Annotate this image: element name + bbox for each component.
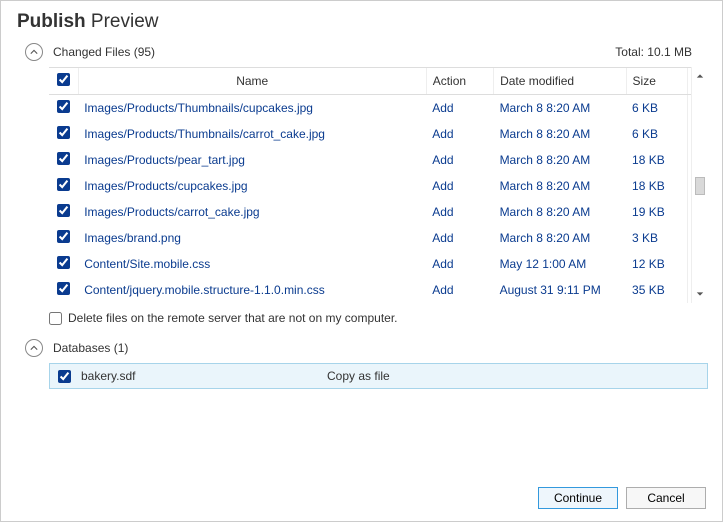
table-row[interactable]: Images/Products/Thumbnails/cupcakes.jpgA… xyxy=(49,95,708,122)
file-date: May 12 1:00 AM xyxy=(494,251,626,277)
delete-remote-label: Delete files on the remote server that a… xyxy=(68,311,398,325)
table-row[interactable]: Images/brand.pngAddMarch 8 8:20 AM3 KB xyxy=(49,225,708,251)
file-name: Images/Products/cupcakes.jpg xyxy=(78,173,426,199)
file-size: 18 KB xyxy=(626,173,688,199)
files-table-area: Name Action Date modified Size Images/Pr… xyxy=(49,67,708,303)
collapse-icon[interactable] xyxy=(25,339,43,357)
file-size: 6 KB xyxy=(626,121,688,147)
file-date: March 8 8:20 AM xyxy=(494,199,626,225)
scroll-down-icon[interactable] xyxy=(692,285,708,303)
db-name: bakery.sdf xyxy=(81,369,327,383)
file-action: Add xyxy=(426,251,493,277)
file-date: March 8 8:20 AM xyxy=(494,225,626,251)
collapse-icon[interactable] xyxy=(25,43,43,61)
file-size: 19 KB xyxy=(626,199,688,225)
row-checkbox-cell[interactable] xyxy=(49,173,78,199)
file-size: 18 KB xyxy=(626,147,688,173)
file-name: Images/brand.png xyxy=(78,225,426,251)
changed-files-header: Changed Files (95) Total: 10.1 MB xyxy=(1,39,722,65)
row-checkbox[interactable] xyxy=(57,256,70,269)
vertical-scrollbar[interactable] xyxy=(691,67,708,303)
table-row[interactable]: Content/Site.mobile.cssAddMay 12 1:00 AM… xyxy=(49,251,708,277)
scroll-up-icon[interactable] xyxy=(692,67,708,85)
file-date: March 8 8:20 AM xyxy=(494,121,626,147)
file-action: Add xyxy=(426,277,493,303)
row-checkbox[interactable] xyxy=(57,204,70,217)
file-name: Images/Products/Thumbnails/carrot_cake.j… xyxy=(78,121,426,147)
table-row[interactable]: Images/Products/pear_tart.jpgAddMarch 8 … xyxy=(49,147,708,173)
title-rest: Preview xyxy=(91,11,159,32)
row-checkbox-cell[interactable] xyxy=(49,199,78,225)
header-date[interactable]: Date modified xyxy=(494,68,626,95)
file-date: March 8 8:20 AM xyxy=(494,95,626,122)
scroll-track[interactable] xyxy=(692,85,708,285)
file-name: Content/Site.mobile.css xyxy=(78,251,426,277)
databases-list: bakery.sdfCopy as file xyxy=(49,363,708,389)
row-checkbox[interactable] xyxy=(57,152,70,165)
db-checkbox[interactable] xyxy=(58,370,71,383)
file-action: Add xyxy=(426,173,493,199)
row-checkbox-cell[interactable] xyxy=(49,147,78,173)
row-checkbox-cell[interactable] xyxy=(49,95,78,122)
file-action: Add xyxy=(426,147,493,173)
file-action: Add xyxy=(426,225,493,251)
header-name[interactable]: Name xyxy=(78,68,426,95)
cancel-button[interactable]: Cancel xyxy=(626,487,706,509)
header-action[interactable]: Action xyxy=(426,68,493,95)
row-checkbox[interactable] xyxy=(57,100,70,113)
row-checkbox[interactable] xyxy=(57,126,70,139)
db-action: Copy as file xyxy=(327,369,390,383)
file-name: Content/jquery.mobile.structure-1.1.0.mi… xyxy=(78,277,426,303)
file-action: Add xyxy=(426,121,493,147)
row-checkbox-cell[interactable] xyxy=(49,121,78,147)
file-date: March 8 8:20 AM xyxy=(494,173,626,199)
file-name: Images/Products/Thumbnails/cupcakes.jpg xyxy=(78,95,426,122)
row-checkbox-cell[interactable] xyxy=(49,251,78,277)
file-size: 35 KB xyxy=(626,277,688,303)
header-size[interactable]: Size xyxy=(626,68,688,95)
row-checkbox-cell[interactable] xyxy=(49,225,78,251)
databases-label: Databases (1) xyxy=(53,341,706,355)
file-name: Images/Products/carrot_cake.jpg xyxy=(78,199,426,225)
delete-remote-checkbox[interactable] xyxy=(49,312,62,325)
table-row[interactable]: Images/Products/cupcakes.jpgAddMarch 8 8… xyxy=(49,173,708,199)
file-size: 6 KB xyxy=(626,95,688,122)
table-row[interactable]: Content/jquery.mobile.structure-1.1.0.mi… xyxy=(49,277,708,303)
file-date: March 8 8:20 AM xyxy=(494,147,626,173)
header-checkbox-cell[interactable] xyxy=(49,68,78,95)
file-action: Add xyxy=(426,199,493,225)
scroll-thumb[interactable] xyxy=(695,177,705,195)
row-checkbox-cell[interactable] xyxy=(49,277,78,303)
row-checkbox[interactable] xyxy=(57,178,70,191)
files-table: Name Action Date modified Size Images/Pr… xyxy=(49,68,708,303)
file-size: 3 KB xyxy=(626,225,688,251)
changed-files-label: Changed Files (95) xyxy=(53,45,615,59)
dialog-title: Publish Preview xyxy=(1,1,722,39)
file-date: August 31 9:11 PM xyxy=(494,277,626,303)
file-action: Add xyxy=(426,95,493,122)
list-item[interactable]: bakery.sdfCopy as file xyxy=(49,363,708,389)
continue-button[interactable]: Continue xyxy=(538,487,618,509)
row-checkbox[interactable] xyxy=(57,282,70,295)
file-name: Images/Products/pear_tart.jpg xyxy=(78,147,426,173)
table-row[interactable]: Images/Products/Thumbnails/carrot_cake.j… xyxy=(49,121,708,147)
select-all-checkbox[interactable] xyxy=(57,73,70,86)
table-row[interactable]: Images/Products/carrot_cake.jpgAddMarch … xyxy=(49,199,708,225)
file-size: 12 KB xyxy=(626,251,688,277)
databases-header: Databases (1) xyxy=(1,335,722,361)
title-bold: Publish xyxy=(17,11,86,32)
dialog-footer: Continue Cancel xyxy=(538,487,706,509)
row-checkbox[interactable] xyxy=(57,230,70,243)
total-size: Total: 10.1 MB xyxy=(615,45,706,59)
delete-remote-row: Delete files on the remote server that a… xyxy=(1,303,722,335)
